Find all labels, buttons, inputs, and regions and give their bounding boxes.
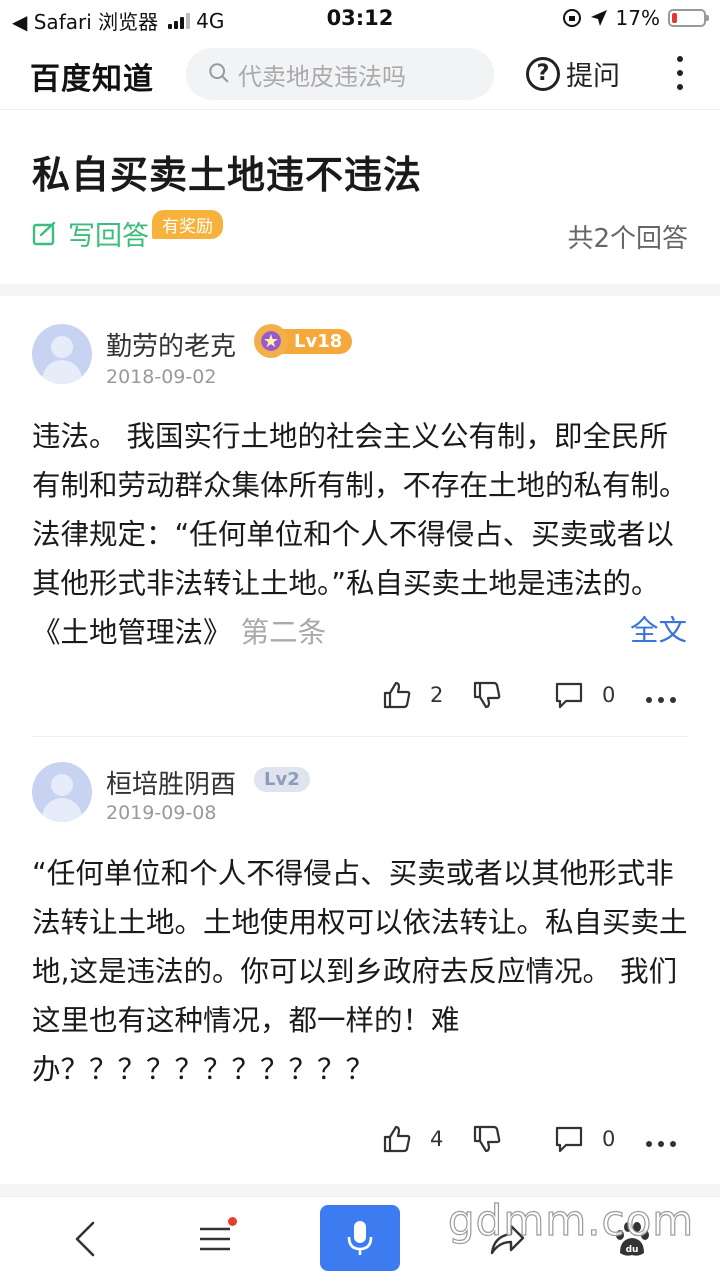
like-button[interactable]: 2	[382, 680, 443, 710]
thumbs-down-icon	[473, 681, 501, 709]
notification-dot	[228, 1217, 237, 1226]
answer-content[interactable]: 违法。 我国实行土地的社会主义公有制，即全民所有制和劳动群众集体所有制，不存在土…	[32, 412, 694, 657]
watermark-text: gdmm.com	[447, 1195, 695, 1245]
dislike-button[interactable]	[472, 1124, 502, 1154]
thumbs-up-icon	[383, 681, 411, 709]
level-badge: ★ Lv18	[254, 324, 353, 358]
answer-username[interactable]: 桓培胜阴酉	[106, 764, 236, 801]
answer-content[interactable]: “任何单位和个人不得侵占、买卖或者以其他形式非法转让土地。土地使用权可以依法转让…	[32, 849, 694, 1094]
battery-level	[672, 13, 677, 23]
ask-label: 提问	[566, 61, 620, 92]
answer-text-faded: 第二条	[240, 616, 327, 649]
top-nav: 百度知道 代卖地皮违法吗 ? 提问	[0, 40, 720, 110]
thumbs-down-icon	[473, 1125, 501, 1153]
answer-text: “任何单位和个人不得侵占、买卖或者以其他形式非法转让土地。土地使用权可以依法转让…	[32, 857, 688, 1086]
answer-actions: 4 0	[0, 1124, 720, 1164]
like-count: 2	[430, 683, 444, 707]
write-answer-button[interactable]: 写回答	[32, 214, 149, 253]
voice-search-button[interactable]	[320, 1205, 400, 1271]
menu-button[interactable]	[190, 1197, 240, 1280]
microphone-icon	[347, 1221, 373, 1255]
comment-button[interactable]: 0	[554, 680, 615, 710]
ask-button[interactable]: ? 提问	[526, 54, 620, 93]
comment-button[interactable]: 0	[554, 1124, 615, 1154]
full-text-link[interactable]: 全文	[616, 608, 688, 649]
search-icon	[209, 63, 229, 83]
answer-date: 2019-09-08	[106, 802, 217, 824]
answer-username[interactable]: 勤劳的老克	[106, 326, 236, 363]
avatar[interactable]	[32, 324, 92, 384]
write-answer-label: 写回答	[68, 221, 149, 252]
reward-badge: 有奖励	[152, 210, 223, 239]
section-divider	[0, 1184, 720, 1196]
comment-count: 0	[602, 683, 616, 707]
answer-actions: 2 0	[0, 680, 720, 720]
thumbs-up-icon	[383, 1125, 411, 1153]
menu-icon	[200, 1227, 230, 1251]
answer-count: 共2个回答	[567, 224, 688, 254]
orientation-lock-icon	[562, 9, 581, 27]
comment-count: 0	[602, 1127, 616, 1151]
more-horizontal-icon[interactable]	[646, 1141, 676, 1147]
star-icon: ★	[254, 324, 288, 358]
answer-text: 违法。 我国实行土地的社会主义公有制，即全民所有制和劳动群众集体所有制，不存在土…	[32, 420, 688, 649]
chevron-left-icon	[75, 1221, 95, 1257]
battery-icon	[668, 9, 709, 27]
level-label: Lv18	[280, 328, 353, 354]
search-input[interactable]: 代卖地皮违法吗	[186, 48, 494, 100]
answer-date: 2018-09-02	[106, 366, 217, 388]
question-mark-icon: ?	[526, 56, 560, 91]
avatar[interactable]	[32, 762, 92, 822]
comment-icon	[555, 682, 583, 709]
like-count: 4	[430, 1127, 444, 1151]
back-button[interactable]	[60, 1197, 110, 1280]
section-divider	[0, 284, 720, 296]
status-bar: ◀ Safari 浏览器 4G 03:12 17%	[0, 0, 720, 38]
edit-icon	[32, 221, 56, 245]
answer-separator	[32, 736, 688, 737]
search-placeholder: 代卖地皮违法吗	[238, 62, 406, 91]
status-right: 17%	[562, 6, 709, 30]
more-horizontal-icon[interactable]	[646, 697, 676, 703]
battery-percent: 17%	[615, 6, 660, 30]
comment-icon	[555, 1126, 583, 1153]
site-logo[interactable]: 百度知道	[30, 54, 154, 98]
level-badge: Lv2	[254, 767, 310, 792]
like-button[interactable]: 4	[382, 1124, 443, 1154]
more-options-icon[interactable]	[676, 56, 684, 90]
question-title: 私自买卖土地违不违法	[32, 153, 423, 197]
location-icon	[590, 10, 607, 26]
svg-text:du: du	[626, 1245, 639, 1255]
dislike-button[interactable]	[472, 680, 502, 710]
